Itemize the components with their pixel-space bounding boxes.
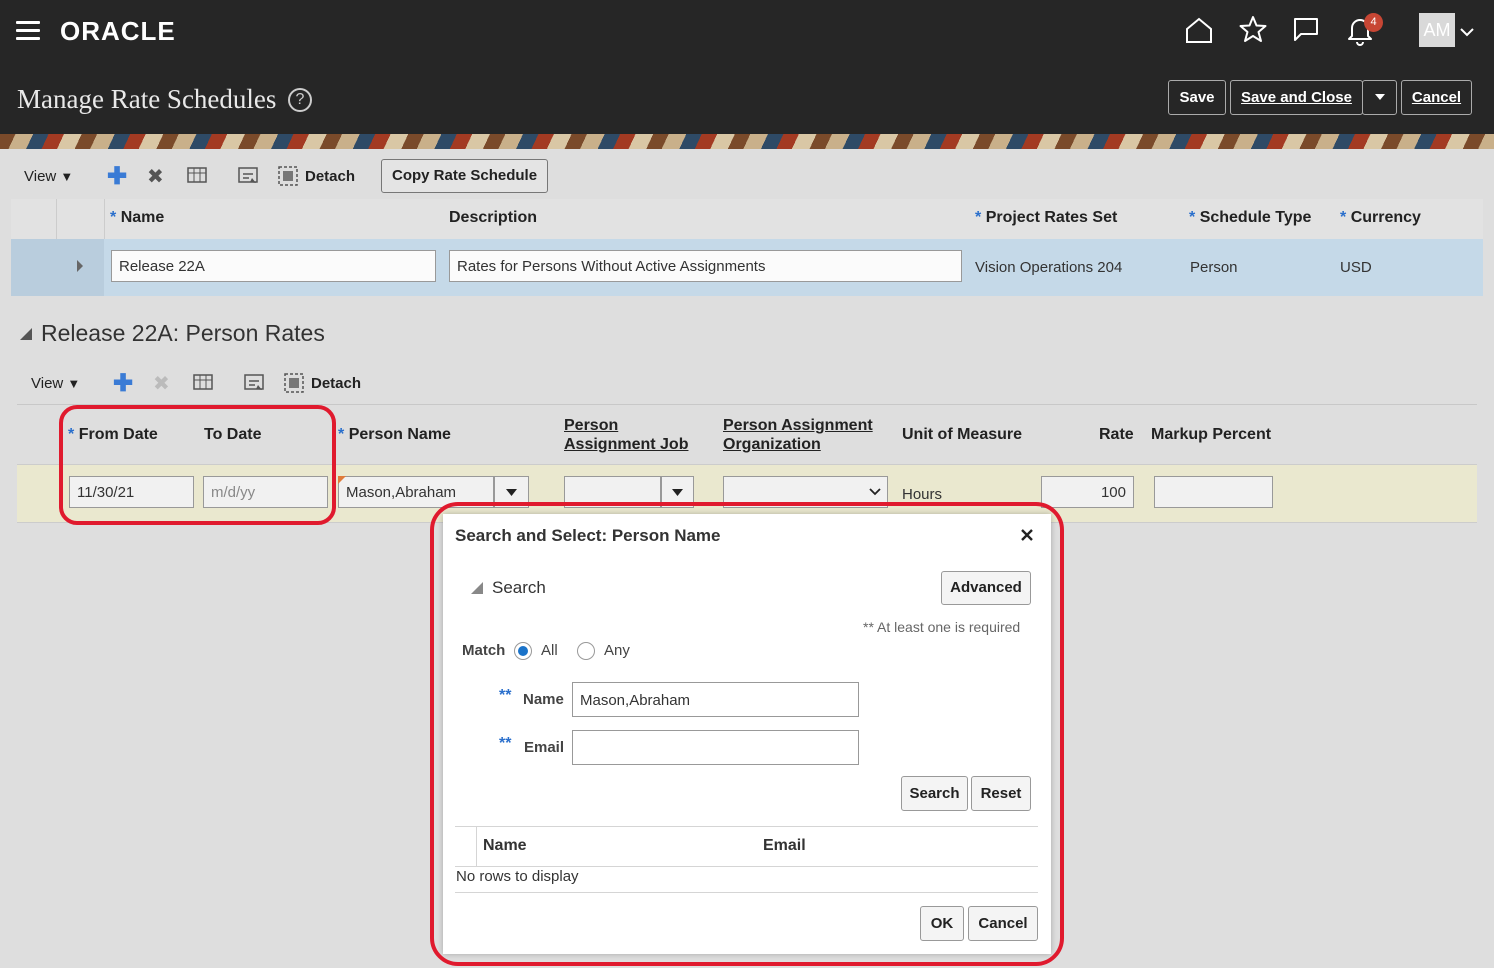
favorites-star-icon[interactable] <box>1239 15 1267 43</box>
rate-input[interactable]: 100 <box>1041 476 1134 508</box>
caret-down-icon <box>1374 94 1385 100</box>
view-label: View <box>24 168 57 185</box>
oracle-logo: ORACLE <box>60 16 176 46</box>
save-options-dropdown[interactable] <box>1362 80 1397 115</box>
view-menu[interactable]: View ▼ <box>24 168 73 185</box>
rates-detach-icon[interactable] <box>284 373 304 393</box>
currency-value: USD <box>1340 259 1372 276</box>
rates-wrap-icon[interactable] <box>244 373 266 393</box>
col-person-assignment-org[interactable]: Person Assignment Organization <box>723 416 873 454</box>
col-job-line2: Assignment Job <box>564 436 689 453</box>
detach-icon[interactable] <box>278 166 298 186</box>
flag-icon[interactable] <box>1292 16 1320 44</box>
help-icon[interactable]: ? <box>288 88 312 112</box>
wrap-icon[interactable] <box>238 166 260 186</box>
col-person-name-label: Person Name <box>348 426 451 443</box>
dialog-highlight <box>430 502 1064 966</box>
col-person-name: * Person Name <box>338 426 451 443</box>
notification-count-badge: 4 <box>1364 13 1383 32</box>
detach-button[interactable]: Detach <box>305 168 355 185</box>
schedule-name-input[interactable]: Release 22A <box>111 250 436 282</box>
collapse-section-icon[interactable] <box>19 327 33 341</box>
col-description: Description <box>449 209 538 226</box>
col-job-line1: Person <box>564 417 619 434</box>
col-org-line2: Organization <box>723 436 821 453</box>
col-schedule-type: * Schedule Type <box>1189 209 1312 226</box>
col-project-rates-set: * Project Rates Set <box>975 209 1118 226</box>
col-name: * Name <box>110 209 165 226</box>
rates-freeze-icon[interactable] <box>193 373 215 393</box>
rates-view-menu[interactable]: View ▼ <box>31 375 80 392</box>
menu-icon[interactable] <box>16 21 40 45</box>
page-title: Manage Rate Schedules <box>17 84 277 114</box>
decorative-banner <box>0 134 1494 149</box>
rates-set-value: Vision Operations 204 <box>975 259 1123 276</box>
expand-row-icon[interactable] <box>75 259 85 273</box>
col-currency-label: Currency <box>1350 209 1421 226</box>
col-rate: Rate <box>1099 426 1134 443</box>
freeze-icon[interactable] <box>187 166 209 186</box>
schedule-description-input[interactable]: Rates for Persons Without Active Assignm… <box>449 250 962 282</box>
changed-indicator <box>338 476 346 484</box>
delete-icon[interactable]: ✖ <box>147 164 164 189</box>
add-icon[interactable]: ✚ <box>107 162 127 191</box>
save-and-close-button[interactable]: Save and Close <box>1230 80 1363 115</box>
col-unit-of-measure: Unit of Measure <box>902 426 1023 443</box>
col-person-assignment-job[interactable]: Person Assignment Job <box>564 416 688 454</box>
markup-percent-input[interactable] <box>1154 476 1273 508</box>
col-name-label: Name <box>120 209 165 226</box>
col-currency: * Currency <box>1340 209 1421 226</box>
row-selector[interactable] <box>11 239 104 296</box>
schedule-type-value: Person <box>1190 259 1238 276</box>
uom-value: Hours <box>902 486 943 503</box>
col-schedule-type-label: Schedule Type <box>1199 209 1312 226</box>
col-markup-percent: Markup Percent <box>1151 426 1272 443</box>
user-avatar[interactable]: AM <box>1419 13 1455 47</box>
global-header: ORACLE 4 AM Manage Rate Schedules ? Save… <box>0 0 1494 134</box>
date-columns-highlight <box>59 405 336 525</box>
section-title: Release 22A: Person Rates <box>41 320 325 346</box>
save-button[interactable]: Save <box>1168 80 1226 115</box>
chevron-down-icon <box>869 488 881 496</box>
rates-detach-button[interactable]: Detach <box>311 375 361 392</box>
cancel-button[interactable]: Cancel <box>1401 80 1472 115</box>
col-rates-set-label: Project Rates Set <box>985 209 1118 226</box>
add-rate-icon[interactable]: ✚ <box>113 369 133 398</box>
delete-rate-icon: ✖ <box>153 373 170 395</box>
col-org-line1: Person Assignment <box>723 417 873 434</box>
rates-view-label: View <box>31 375 64 392</box>
copy-rate-schedule-button[interactable]: Copy Rate Schedule <box>381 159 549 193</box>
home-icon[interactable] <box>1185 16 1213 44</box>
chevron-down-icon[interactable] <box>1459 26 1475 38</box>
